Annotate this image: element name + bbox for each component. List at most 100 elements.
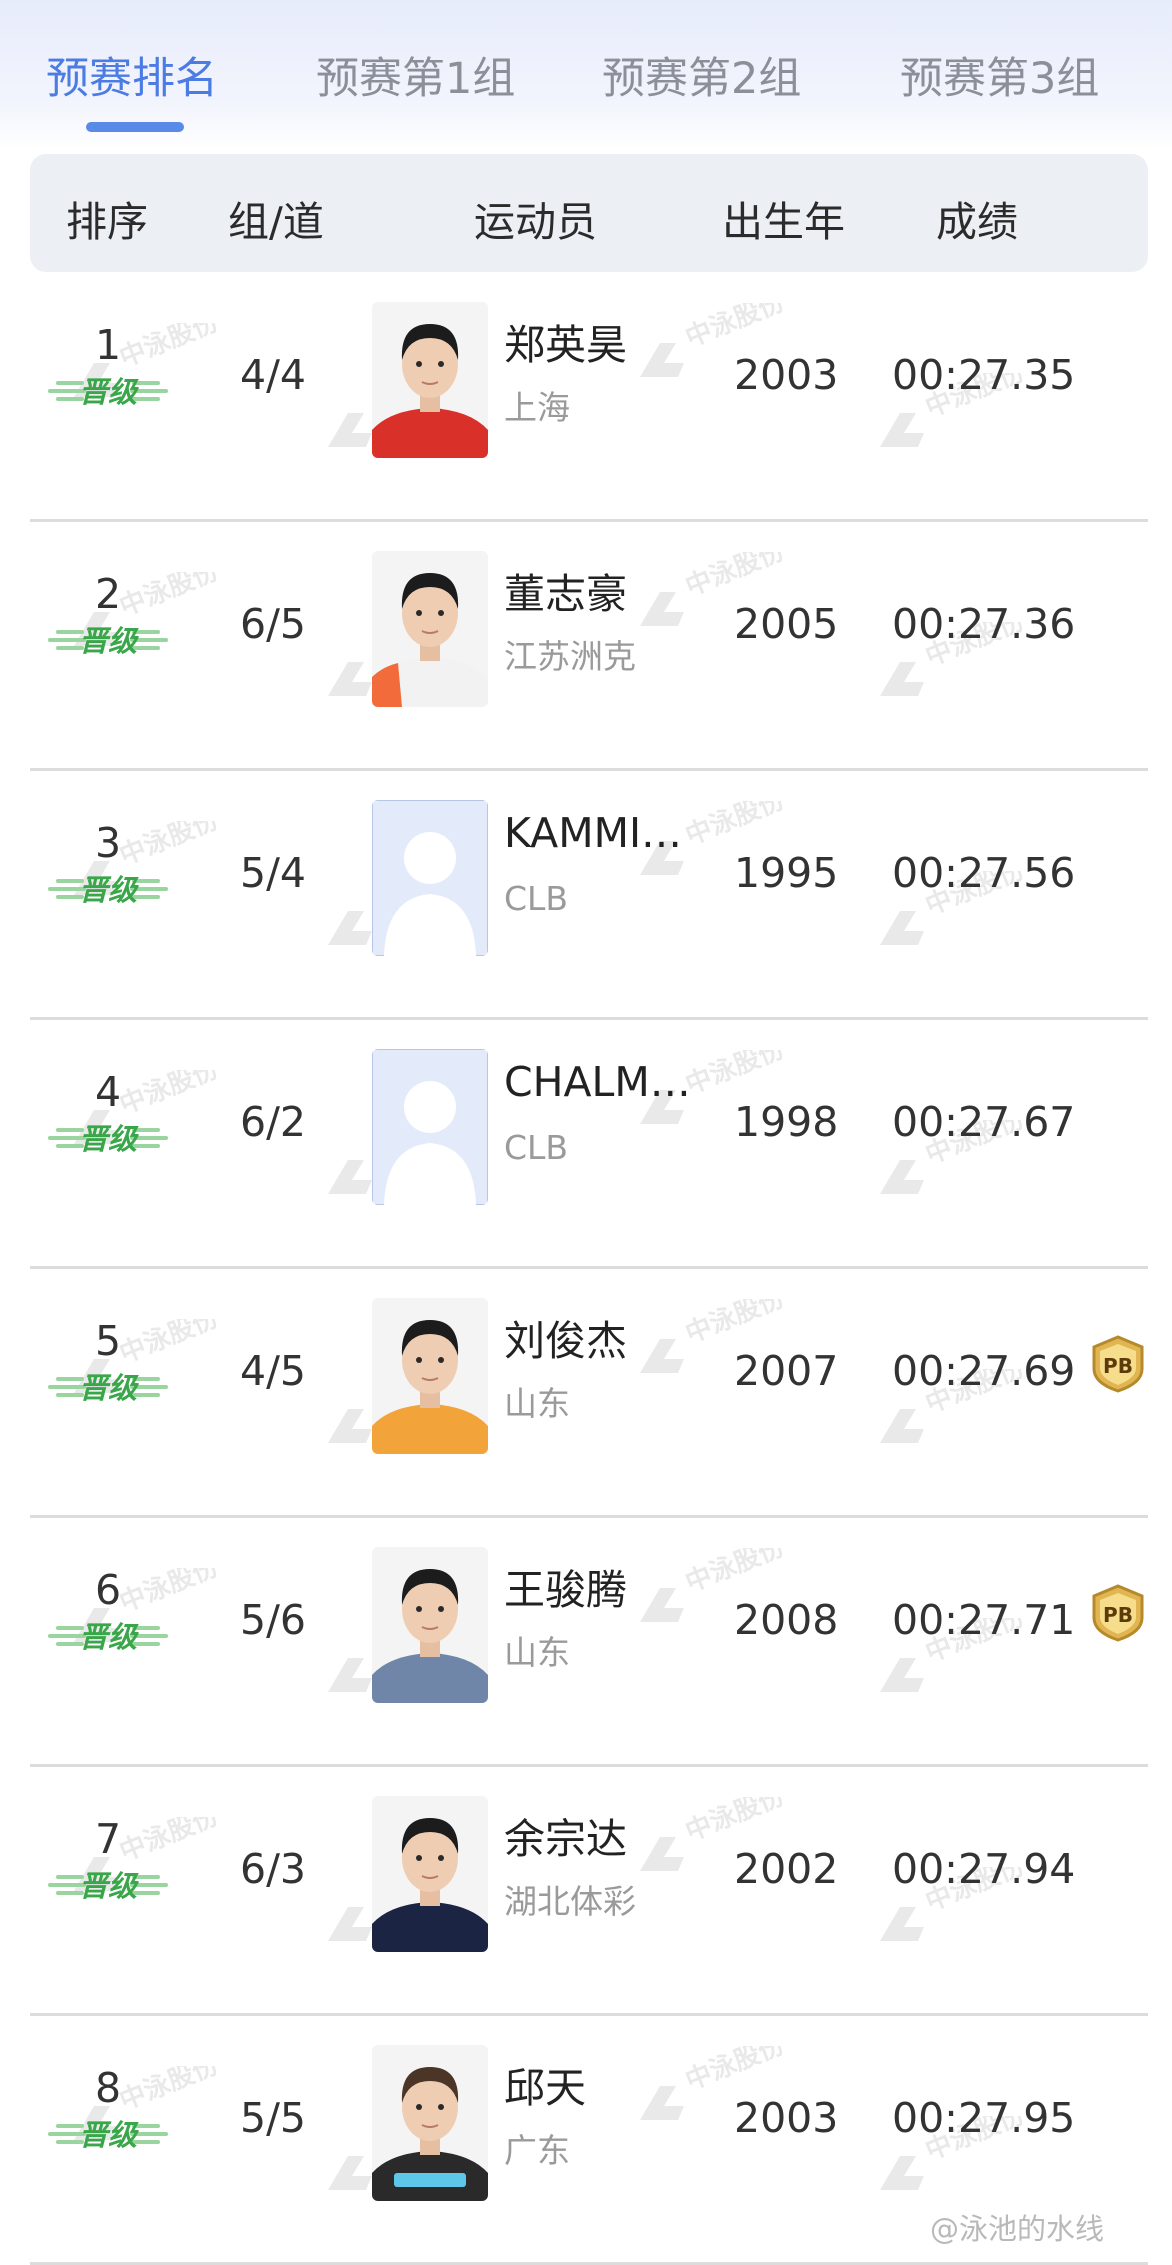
birth-year: 2007 bbox=[734, 1347, 839, 1395]
table-header: 排序 组/道 运动员 出生年 成绩 bbox=[30, 154, 1148, 272]
result-time: 00:27.35 bbox=[892, 351, 1076, 399]
advance-badge-label: 晋级 bbox=[79, 873, 140, 907]
svg-text:中泳股份: 中泳股份 bbox=[115, 1568, 216, 1618]
heat-lane: 5/4 bbox=[240, 849, 306, 897]
athlete-photo bbox=[372, 2045, 488, 2201]
advance-badge-label: 晋级 bbox=[79, 1371, 140, 1405]
athlete-team: CLB bbox=[504, 1128, 569, 1167]
result-time: 00:27.56 bbox=[892, 849, 1076, 897]
advance-badge-label: 晋级 bbox=[79, 2118, 140, 2152]
athlete-name: 余宗达 bbox=[504, 1815, 627, 1863]
athlete-photo bbox=[372, 551, 488, 707]
header-result: 成绩 bbox=[936, 198, 1018, 246]
tab-heat-group-1[interactable]: 预赛第1组 bbox=[316, 44, 515, 106]
athlete-photo bbox=[372, 800, 488, 956]
result-row[interactable]: 中泳股份中泳股份中泳股份中泳股份1晋级4/4郑英昊上海200300:27.35 bbox=[0, 273, 1172, 522]
athlete-photo bbox=[372, 1049, 488, 1205]
svg-text:中泳股份: 中泳股份 bbox=[115, 323, 216, 373]
svg-text:中泳股份: 中泳股份 bbox=[115, 1319, 216, 1369]
heat-lane: 5/5 bbox=[240, 2094, 306, 2142]
athlete-name: 董志豪 bbox=[504, 570, 627, 618]
athlete-photo bbox=[372, 1298, 488, 1454]
heat-lane: 6/3 bbox=[240, 1845, 306, 1893]
athlete-name: 邱天 bbox=[504, 2064, 586, 2112]
athlete-name: 王骏腾 bbox=[504, 1566, 627, 1614]
svg-text:中泳股份: 中泳股份 bbox=[681, 552, 782, 602]
advance-badge-label: 晋级 bbox=[79, 624, 140, 658]
tab-heat-group-3[interactable]: 预赛第3组 bbox=[900, 44, 1099, 106]
athlete-team: 山东 bbox=[504, 1633, 570, 1672]
athlete-photo bbox=[372, 302, 488, 458]
athlete-name: CHALM… bbox=[504, 1058, 691, 1106]
athlete-name: KAMMI… bbox=[504, 809, 683, 857]
tab-heat-ranking[interactable]: 预赛排名 bbox=[46, 44, 218, 106]
result-row[interactable]: 中泳股份中泳股份中泳股份中泳股份7晋级6/3余宗达湖北体彩200200:27.9… bbox=[0, 1767, 1172, 2016]
tab-heat-group-2[interactable]: 预赛第2组 bbox=[602, 44, 801, 106]
active-tab-indicator bbox=[86, 122, 184, 132]
rank-number: 8 bbox=[95, 2064, 122, 2112]
result-time: 00:27.69 bbox=[892, 1347, 1076, 1395]
header-rank: 排序 bbox=[66, 198, 148, 246]
heat-lane: 6/5 bbox=[240, 600, 306, 648]
header-lane: 组/道 bbox=[228, 198, 324, 246]
svg-text:中泳股份: 中泳股份 bbox=[115, 1070, 216, 1120]
advance-badge: 晋级 bbox=[48, 873, 168, 907]
result-row[interactable]: 中泳股份中泳股份中泳股份中泳股份3晋级5/4KAMMI…CLB199500:27… bbox=[0, 771, 1172, 1020]
advance-badge: 晋级 bbox=[48, 624, 168, 658]
birth-year: 2002 bbox=[734, 1845, 839, 1893]
athlete-photo bbox=[372, 1547, 488, 1703]
result-time: 00:27.36 bbox=[892, 600, 1076, 648]
header-athlete: 运动员 bbox=[474, 198, 597, 246]
rank-number: 5 bbox=[95, 1317, 122, 1365]
athlete-name: 刘俊杰 bbox=[504, 1317, 627, 1365]
heat-lane: 5/6 bbox=[240, 1596, 306, 1644]
athlete-team: 山东 bbox=[504, 1384, 570, 1423]
svg-text:中泳股份: 中泳股份 bbox=[681, 1797, 782, 1847]
rank-number: 7 bbox=[95, 1815, 122, 1863]
birth-year: 1995 bbox=[734, 849, 839, 897]
pb-badge-label: PB bbox=[1103, 1603, 1133, 1627]
result-time: 00:27.94 bbox=[892, 1845, 1076, 1893]
athlete-team: CLB bbox=[504, 879, 569, 918]
svg-text:中泳股份: 中泳股份 bbox=[681, 1299, 782, 1349]
svg-text:中泳股份: 中泳股份 bbox=[681, 1050, 782, 1100]
advance-badge: 晋级 bbox=[48, 1869, 168, 1903]
birth-year: 1998 bbox=[734, 1098, 839, 1146]
svg-text:中泳股份: 中泳股份 bbox=[681, 303, 782, 353]
advance-badge-label: 晋级 bbox=[79, 1122, 140, 1156]
svg-text:中泳股份: 中泳股份 bbox=[681, 1548, 782, 1598]
svg-text:中泳股份: 中泳股份 bbox=[115, 572, 216, 622]
result-time: 00:27.71 bbox=[892, 1596, 1076, 1644]
advance-badge: 晋级 bbox=[48, 1371, 168, 1405]
pb-badge-label: PB bbox=[1103, 1354, 1133, 1378]
advance-badge: 晋级 bbox=[48, 1620, 168, 1654]
birth-year: 2008 bbox=[734, 1596, 839, 1644]
athlete-team: 广东 bbox=[504, 2131, 570, 2170]
birth-year: 2005 bbox=[734, 600, 839, 648]
rank-number: 4 bbox=[95, 1068, 122, 1116]
result-row[interactable]: 中泳股份中泳股份中泳股份中泳股份5晋级4/5刘俊杰山东200700:27.69P… bbox=[0, 1269, 1172, 1518]
birth-year: 2003 bbox=[734, 351, 839, 399]
rank-number: 3 bbox=[95, 819, 122, 867]
result-time: 00:27.95 bbox=[892, 2094, 1076, 2142]
result-row[interactable]: 中泳股份中泳股份中泳股份中泳股份2晋级6/5董志豪江苏洲克200500:27.3… bbox=[0, 522, 1172, 771]
rank-number: 6 bbox=[95, 1566, 122, 1614]
heat-lane: 4/5 bbox=[240, 1347, 306, 1395]
result-row[interactable]: 中泳股份中泳股份中泳股份中泳股份6晋级5/6王骏腾山东200800:27.71P… bbox=[0, 1518, 1172, 1767]
rank-number: 2 bbox=[95, 570, 122, 618]
athlete-photo bbox=[372, 1796, 488, 1952]
footer-watermark: @泳池的水线 bbox=[930, 2212, 1105, 2246]
pb-badge: PB bbox=[1092, 1584, 1144, 1642]
result-row[interactable]: 中泳股份中泳股份中泳股份中泳股份4晋级6/2CHALM…CLB199800:27… bbox=[0, 1020, 1172, 1269]
header-birth-year: 出生年 bbox=[722, 198, 845, 246]
result-time: 00:27.67 bbox=[892, 1098, 1076, 1146]
advance-badge-label: 晋级 bbox=[79, 1620, 140, 1654]
advance-badge: 晋级 bbox=[48, 375, 168, 409]
advance-badge: 晋级 bbox=[48, 1122, 168, 1156]
svg-text:中泳股份: 中泳股份 bbox=[681, 801, 782, 851]
svg-text:中泳股份: 中泳股份 bbox=[115, 821, 216, 871]
rank-number: 1 bbox=[95, 321, 122, 369]
athlete-name: 郑英昊 bbox=[504, 321, 627, 369]
svg-text:中泳股份: 中泳股份 bbox=[115, 1817, 216, 1867]
heat-lane: 6/2 bbox=[240, 1098, 306, 1146]
